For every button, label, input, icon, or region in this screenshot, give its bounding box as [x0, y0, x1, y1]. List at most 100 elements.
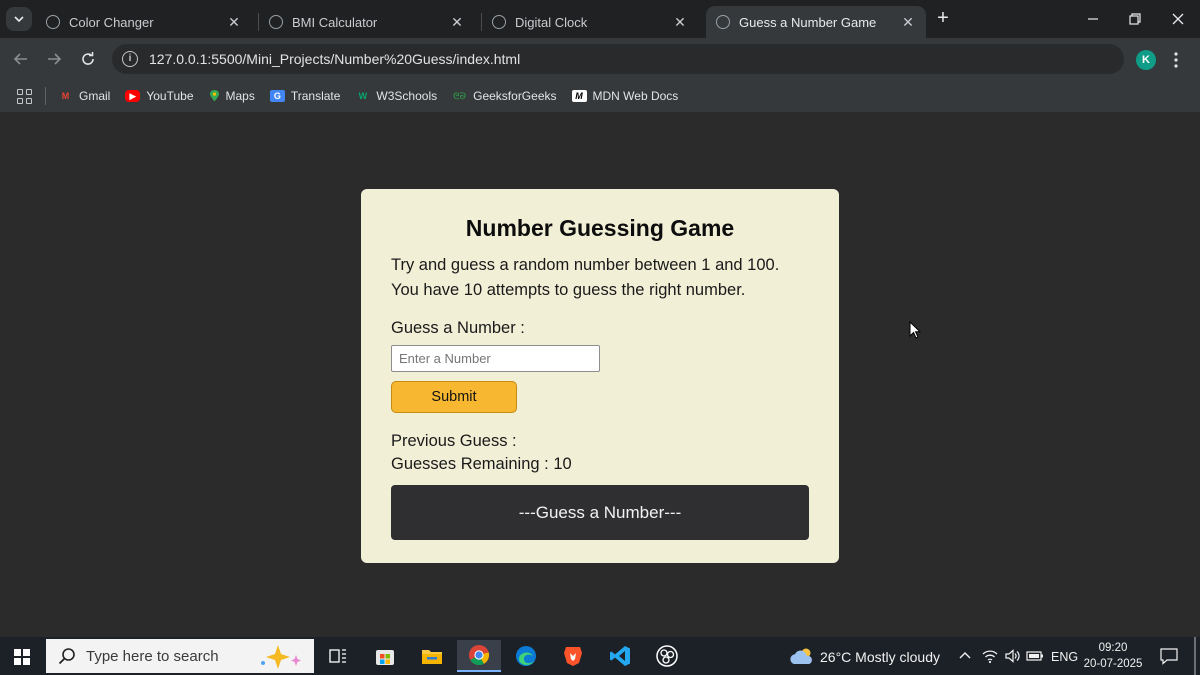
browser-menu-button[interactable]	[1166, 50, 1186, 70]
reload-icon	[82, 52, 94, 65]
tab-strip: Color Changer ✕ BMI Calculator ✕ Digital…	[0, 0, 1200, 38]
globe-icon	[716, 15, 730, 29]
chevron-down-icon	[14, 16, 24, 23]
forward-button[interactable]	[42, 47, 66, 71]
search-icon	[58, 648, 75, 665]
bookmark-translate[interactable]: G Translate	[269, 89, 340, 103]
close-window-button[interactable]	[1156, 6, 1200, 32]
close-tab-icon[interactable]: ✕	[226, 14, 242, 31]
taskbar-microsoft-store[interactable]	[363, 640, 407, 672]
guesses-remaining: Guesses Remaining : 10	[391, 455, 572, 474]
guesses-remaining-label: Guesses Remaining :	[391, 455, 549, 473]
submit-button[interactable]: Submit	[391, 381, 517, 413]
bookmarks-bar: M Gmail ▶ YouTube Maps G Translate W W3S…	[0, 80, 1200, 112]
arrow-right-icon	[48, 53, 62, 65]
back-button[interactable]	[9, 47, 33, 71]
taskbar-search-placeholder: Type here to search	[86, 647, 219, 665]
address-bar[interactable]: i 127.0.0.1:5500/Mini_Projects/Number%20…	[112, 44, 1124, 74]
task-view-button[interactable]	[316, 640, 360, 672]
profile-avatar[interactable]: K	[1136, 50, 1156, 70]
bookmark-w3schools[interactable]: W W3Schools	[355, 89, 437, 103]
show-desktop-button[interactable]	[1194, 637, 1196, 675]
wifi-icon[interactable]	[982, 648, 998, 664]
reload-button[interactable]	[76, 47, 100, 71]
minimize-button[interactable]	[1071, 6, 1115, 32]
obs-icon	[656, 645, 678, 667]
mouse-cursor-icon	[909, 321, 921, 339]
system-clock[interactable]: 09:20 20-07-2025	[1082, 640, 1144, 672]
close-tab-icon[interactable]: ✕	[900, 14, 916, 31]
bookmark-maps[interactable]: Maps	[209, 89, 255, 103]
gmail-icon: M	[61, 91, 70, 101]
w3schools-icon: W	[358, 91, 368, 101]
close-tab-icon[interactable]: ✕	[672, 14, 688, 31]
minimize-icon	[1088, 18, 1098, 20]
guesses-remaining-count: 10	[553, 455, 572, 473]
tab-guess-a-number[interactable]: Guess a Number Game ✕	[706, 6, 926, 38]
clock-time: 09:20	[1098, 642, 1128, 654]
bookmark-youtube[interactable]: ▶ YouTube	[125, 89, 194, 103]
taskbar-search-box[interactable]: Type here to search	[46, 639, 314, 673]
taskbar-file-explorer[interactable]	[410, 640, 454, 672]
battery-icon[interactable]	[1026, 650, 1044, 662]
site-info-icon[interactable]: i	[122, 51, 138, 67]
guess-input[interactable]	[391, 345, 600, 372]
taskbar-brave[interactable]	[551, 640, 595, 672]
weather-text[interactable]: 26°C Mostly cloudy	[820, 649, 940, 665]
chrome-icon	[469, 645, 490, 666]
taskbar-obs[interactable]	[645, 640, 689, 672]
translate-icon: G	[269, 90, 285, 102]
page-viewport: Number Guessing Game Try and guess a ran…	[0, 112, 1200, 637]
mdn-icon: M	[571, 90, 587, 102]
geeksforgeeks-icon: ᘓᘐ	[453, 91, 466, 101]
bookmark-mdn[interactable]: M MDN Web Docs	[571, 89, 678, 103]
bookmarks-divider	[45, 87, 46, 105]
game-card: Number Guessing Game Try and guess a ran…	[361, 189, 839, 563]
windows-taskbar: Type here to search 26°C Mostly cloudy E…	[0, 637, 1200, 675]
taskbar-chrome[interactable]	[457, 640, 501, 672]
cloud-icon	[790, 648, 812, 664]
edge-icon	[516, 646, 536, 666]
vscode-icon	[610, 646, 630, 666]
restore-icon	[1129, 13, 1141, 25]
windows-start-icon[interactable]	[14, 649, 30, 665]
url-text[interactable]: 127.0.0.1:5500/Mini_Projects/Number%20Gu…	[149, 51, 520, 67]
language-indicator[interactable]: ENG	[1051, 650, 1078, 664]
close-tab-icon[interactable]: ✕	[449, 14, 465, 31]
task-view-icon	[329, 649, 346, 663]
folder-icon	[422, 650, 442, 664]
more-vertical-icon	[1174, 52, 1178, 68]
arrow-left-icon	[13, 53, 27, 65]
taskbar-vscode[interactable]	[598, 640, 642, 672]
globe-icon	[269, 15, 283, 29]
maps-icon	[209, 89, 219, 102]
previous-guess-label: Previous Guess :	[391, 432, 517, 450]
game-instructions: Try and guess a random number between 1 …	[391, 253, 779, 303]
globe-icon	[46, 15, 60, 29]
taskbar-edge[interactable]	[504, 640, 548, 672]
result-message: ---Guess a Number---	[391, 485, 809, 540]
clock-date: 20-07-2025	[1083, 658, 1143, 670]
browser-toolbar: i 127.0.0.1:5500/Mini_Projects/Number%20…	[0, 38, 1200, 80]
chevron-up-icon[interactable]	[958, 650, 972, 660]
bookmark-gmail[interactable]: M Gmail	[58, 89, 111, 103]
tab-color-changer[interactable]: Color Changer ✕	[36, 6, 252, 38]
sparkle-icon	[261, 645, 301, 669]
instructions-line-1: Try and guess a random number between 1 …	[391, 256, 780, 274]
brave-icon	[564, 647, 582, 666]
instructions-line-2: You have 10 attempts to guess the right …	[391, 281, 746, 299]
globe-icon	[492, 15, 506, 29]
game-title: Number Guessing Game	[465, 215, 735, 241]
tab-search-button[interactable]	[6, 7, 32, 31]
tab-digital-clock[interactable]: Digital Clock ✕	[482, 6, 698, 38]
bookmark-geeksforgeeks[interactable]: ᘓᘐ GeeksforGeeks	[452, 89, 556, 103]
new-tab-button[interactable]: +	[932, 8, 954, 30]
apps-grid-icon[interactable]	[17, 88, 32, 104]
volume-icon[interactable]	[1004, 648, 1020, 664]
tab-bmi-calculator[interactable]: BMI Calculator ✕	[259, 6, 475, 38]
guess-label: Guess a Number :	[391, 319, 525, 337]
close-icon	[1172, 13, 1184, 25]
microsoft-store-icon	[376, 650, 394, 665]
restore-button[interactable]	[1113, 6, 1157, 32]
notifications-icon[interactable]	[1160, 647, 1178, 665]
